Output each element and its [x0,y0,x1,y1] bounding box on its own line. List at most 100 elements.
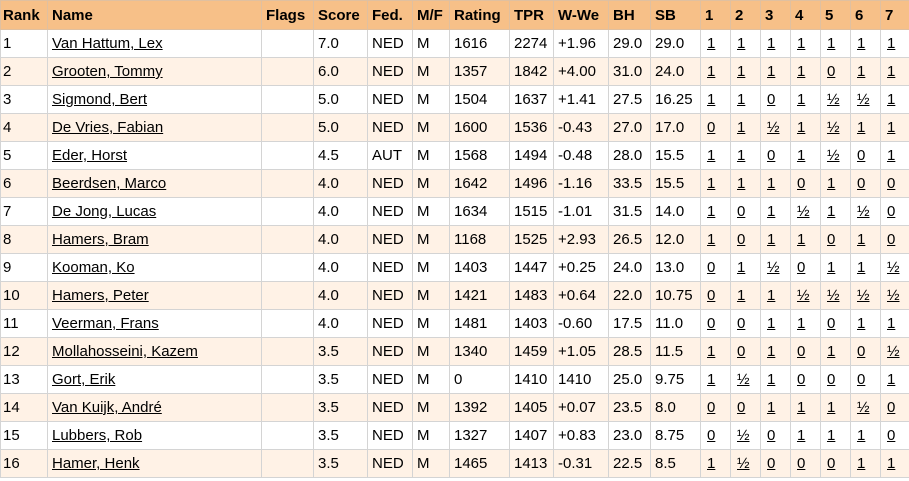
round-result-link[interactable]: 1 [707,35,715,52]
round-result-link[interactable]: 0 [827,455,835,472]
round-result-link[interactable]: 1 [707,343,715,360]
round-result-link[interactable]: 1 [767,231,775,248]
round-result-link[interactable]: 1 [707,371,715,388]
round-result-link[interactable]: 1 [767,63,775,80]
player-name-link[interactable]: Eder, Horst [52,147,127,164]
player-name-link[interactable]: Hamers, Peter [52,287,149,304]
round-result-link[interactable]: 1 [827,175,835,192]
round-result-link[interactable]: 0 [737,343,745,360]
round-result-link[interactable]: 1 [827,35,835,52]
round-result-link[interactable]: 1 [887,455,895,472]
round-result-link[interactable]: 0 [707,119,715,136]
round-result-link[interactable]: 1 [857,455,865,472]
round-result-link[interactable]: ½ [887,343,900,360]
round-result-link[interactable]: 1 [827,399,835,416]
round-result-link[interactable]: 1 [797,427,805,444]
round-result-link[interactable]: 1 [707,63,715,80]
round-result-link[interactable]: 1 [827,343,835,360]
round-result-link[interactable]: 0 [737,399,745,416]
round-result-link[interactable]: 1 [737,287,745,304]
round-result-link[interactable]: 1 [827,203,835,220]
round-result-link[interactable]: 1 [887,91,895,108]
round-result-link[interactable]: 1 [707,91,715,108]
round-result-link[interactable]: 0 [857,147,865,164]
round-result-link[interactable]: 0 [797,455,805,472]
round-result-link[interactable]: 1 [797,399,805,416]
round-result-link[interactable]: ½ [857,399,870,416]
round-result-link[interactable]: ½ [887,259,900,276]
round-result-link[interactable]: 1 [797,119,805,136]
round-result-link[interactable]: 1 [857,119,865,136]
round-result-link[interactable]: 1 [737,119,745,136]
round-result-link[interactable]: 1 [767,371,775,388]
round-result-link[interactable]: ½ [857,203,870,220]
round-result-link[interactable]: ½ [857,91,870,108]
round-result-link[interactable]: 1 [797,231,805,248]
round-result-link[interactable]: 1 [707,147,715,164]
round-result-link[interactable]: 1 [797,91,805,108]
round-result-link[interactable]: 1 [797,315,805,332]
player-name-link[interactable]: Beerdsen, Marco [52,175,166,192]
round-result-link[interactable]: 0 [797,343,805,360]
player-name-link[interactable]: Grooten, Tommy [52,63,163,80]
round-result-link[interactable]: 1 [887,119,895,136]
round-result-link[interactable]: 0 [887,231,895,248]
round-result-link[interactable]: 0 [827,315,835,332]
round-result-link[interactable]: 0 [797,259,805,276]
round-result-link[interactable]: 0 [887,175,895,192]
round-result-link[interactable]: 1 [737,175,745,192]
player-name-link[interactable]: De Jong, Lucas [52,203,156,220]
round-result-link[interactable]: 1 [707,455,715,472]
round-result-link[interactable]: 1 [737,35,745,52]
round-result-link[interactable]: 1 [767,35,775,52]
round-result-link[interactable]: ½ [827,147,840,164]
round-result-link[interactable]: 0 [767,427,775,444]
round-result-link[interactable]: ½ [827,119,840,136]
round-result-link[interactable]: ½ [767,259,780,276]
round-result-link[interactable]: 1 [827,259,835,276]
round-result-link[interactable]: ½ [797,203,810,220]
round-result-link[interactable]: 1 [767,315,775,332]
round-result-link[interactable]: 0 [707,315,715,332]
round-result-link[interactable]: 1 [857,63,865,80]
round-result-link[interactable]: ½ [827,287,840,304]
round-result-link[interactable]: 0 [707,259,715,276]
round-result-link[interactable]: 1 [767,175,775,192]
round-result-link[interactable]: 1 [737,147,745,164]
round-result-link[interactable]: 1 [857,35,865,52]
round-result-link[interactable]: ½ [857,287,870,304]
round-result-link[interactable]: 0 [737,315,745,332]
round-result-link[interactable]: 1 [767,203,775,220]
round-result-link[interactable]: 1 [797,147,805,164]
round-result-link[interactable]: 1 [887,147,895,164]
round-result-link[interactable]: 1 [737,259,745,276]
player-name-link[interactable]: De Vries, Fabian [52,119,163,136]
round-result-link[interactable]: 0 [797,175,805,192]
round-result-link[interactable]: ½ [887,287,900,304]
round-result-link[interactable]: 1 [707,203,715,220]
round-result-link[interactable]: 1 [857,427,865,444]
player-name-link[interactable]: Sigmond, Bert [52,91,147,108]
round-result-link[interactable]: 0 [707,287,715,304]
round-result-link[interactable]: 0 [767,455,775,472]
round-result-link[interactable]: 0 [767,91,775,108]
round-result-link[interactable]: 0 [827,231,835,248]
round-result-link[interactable]: 1 [767,343,775,360]
round-result-link[interactable]: 1 [887,35,895,52]
round-result-link[interactable]: 0 [707,427,715,444]
player-name-link[interactable]: Van Kuijk, André [52,399,162,416]
player-name-link[interactable]: Hamers, Bram [52,231,149,248]
round-result-link[interactable]: ½ [797,287,810,304]
round-result-link[interactable]: 0 [857,371,865,388]
round-result-link[interactable]: 0 [887,399,895,416]
round-result-link[interactable]: 0 [887,203,895,220]
round-result-link[interactable]: 0 [767,147,775,164]
round-result-link[interactable]: 1 [827,427,835,444]
round-result-link[interactable]: ½ [737,455,750,472]
round-result-link[interactable]: 1 [887,371,895,388]
round-result-link[interactable]: ½ [767,119,780,136]
round-result-link[interactable]: 1 [767,399,775,416]
round-result-link[interactable]: 0 [857,343,865,360]
round-result-link[interactable]: 1 [857,231,865,248]
round-result-link[interactable]: 1 [767,287,775,304]
